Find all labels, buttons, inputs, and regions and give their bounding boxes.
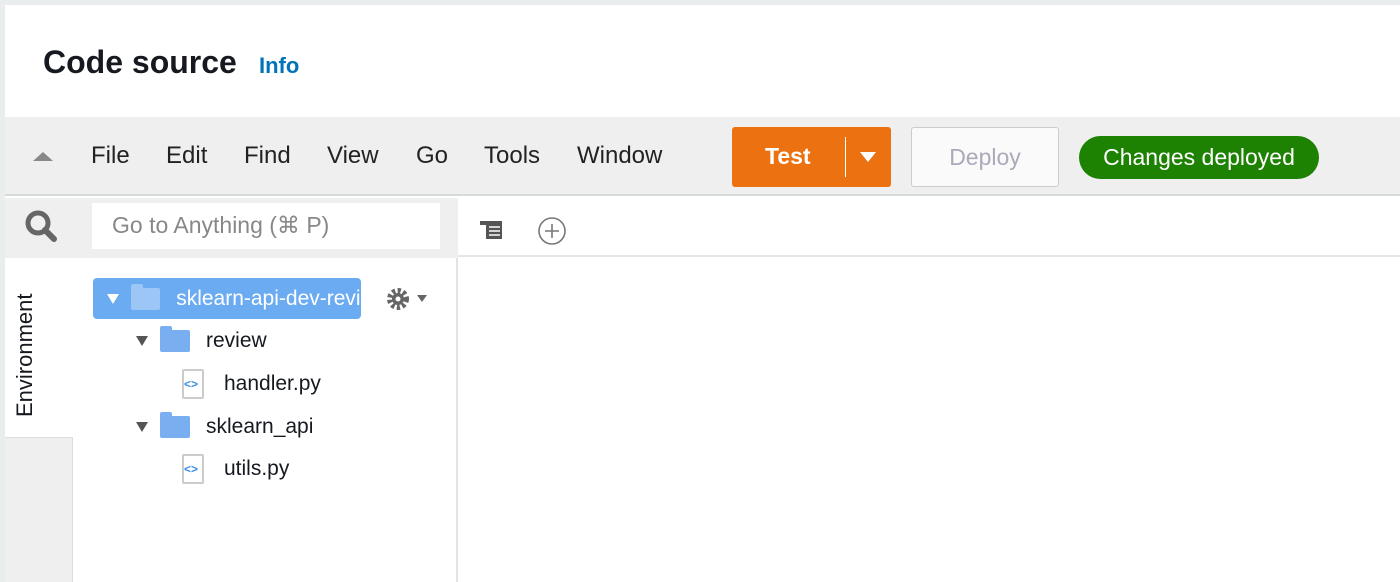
tree-item[interactable]: <> utils.py: [182, 449, 289, 489]
add-tab-icon[interactable]: [536, 215, 568, 247]
tree-item[interactable]: <> handler.py: [182, 364, 321, 404]
menu-edit[interactable]: Edit: [166, 142, 207, 170]
tree-root[interactable]: sklearn-api-dev-revi: [93, 278, 361, 319]
menu-go[interactable]: Go: [416, 142, 448, 170]
status-badge: Changes deployed: [1079, 136, 1319, 179]
menu-window[interactable]: Window: [577, 142, 662, 170]
folder-icon: [160, 326, 190, 352]
tree-item[interactable]: review: [136, 321, 267, 361]
python-file-icon: <>: [182, 454, 204, 484]
tree-item-label: sklearn_api: [206, 415, 314, 438]
tree-root-label: sklearn-api-dev-revi: [176, 286, 361, 310]
menu-find[interactable]: Find: [244, 142, 291, 170]
search-icon[interactable]: [24, 209, 58, 243]
expand-icon[interactable]: [136, 422, 148, 432]
test-label: Test: [765, 143, 811, 169]
caret-down-icon[interactable]: [860, 152, 876, 162]
editor-tab-bar: [458, 198, 1400, 257]
tree-item[interactable]: sklearn_api: [136, 407, 313, 447]
deploy-button[interactable]: Deploy: [911, 127, 1059, 187]
tree-item-label: utils.py: [224, 457, 290, 480]
folder-icon: [160, 412, 190, 438]
collapse-up-icon[interactable]: [33, 152, 53, 161]
expand-icon[interactable]: [136, 336, 148, 346]
page-title: Code source: [43, 44, 237, 80]
tab-environment-label: Environment: [12, 293, 37, 417]
menu-tools[interactable]: Tools: [484, 142, 540, 170]
gear-icon[interactable]: [385, 286, 429, 312]
menu-file[interactable]: File: [91, 142, 130, 170]
info-link[interactable]: Info: [259, 53, 299, 79]
python-file-icon: <>: [182, 369, 204, 399]
divider: [845, 137, 846, 177]
go-to-anything-input[interactable]: Go to Anything (⌘ P): [92, 203, 440, 249]
top-border: [0, 0, 1400, 5]
menu-view[interactable]: View: [327, 142, 379, 170]
expand-icon[interactable]: [107, 293, 119, 304]
tree-item-label: handler.py: [224, 372, 321, 395]
tab-list-icon[interactable]: [478, 217, 508, 243]
folder-icon: [131, 283, 161, 310]
tree-item-label: review: [206, 329, 267, 352]
test-button[interactable]: Test: [732, 127, 891, 187]
